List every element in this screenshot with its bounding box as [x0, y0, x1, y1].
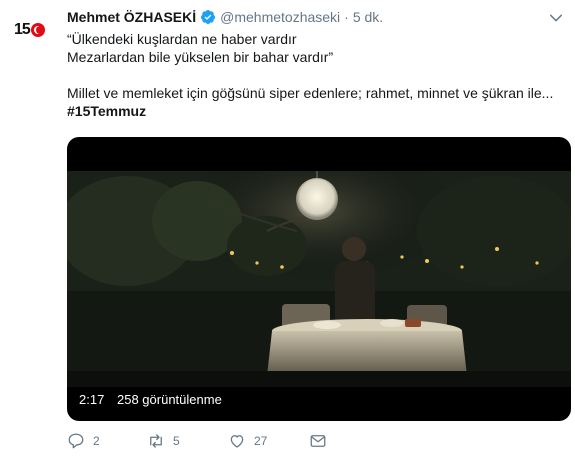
- tweet-timestamp[interactable]: 5 dk.: [353, 9, 383, 25]
- tweet-line: Millet ve memleket için göğsünü siper ed…: [67, 85, 554, 101]
- tweet-line: Mezarlardan bile yükselen bir bahar vard…: [67, 49, 334, 65]
- tweet-line: “Ülkendeki kuşlardan ne haber vardır: [67, 31, 297, 47]
- reply-count: 2: [93, 434, 100, 448]
- like-button[interactable]: 27: [228, 432, 267, 450]
- retweet-count: 5: [173, 434, 180, 448]
- author-name[interactable]: Mehmet ÖZHASEKİ: [67, 9, 196, 25]
- reply-icon: [68, 433, 84, 449]
- chevron-down-icon[interactable]: [549, 11, 563, 25]
- tweet-header: Mehmet ÖZHASEKİ @mehmetozhaseki · 5 dk.: [67, 7, 383, 27]
- author-handle[interactable]: @mehmetozhaseki: [220, 9, 340, 25]
- video-player[interactable]: 2:17 258 görüntülenme: [67, 137, 571, 421]
- avatar-number: 15: [14, 21, 31, 38]
- avatar[interactable]: 15: [14, 18, 52, 42]
- verified-badge-icon: [201, 10, 216, 24]
- turkish-flag-icon: [30, 23, 45, 37]
- retweet-button[interactable]: 5: [147, 432, 180, 450]
- video-duration: 2:17: [73, 389, 111, 411]
- like-count: 27: [254, 434, 268, 448]
- direct-message-button[interactable]: [309, 432, 327, 450]
- separator-dot: ·: [344, 9, 349, 25]
- tweet-text: “Ülkendeki kuşlardan ne haber vardır Mez…: [67, 30, 562, 120]
- tweet-actions: 2 5 27: [67, 432, 347, 452]
- heart-icon: [230, 435, 244, 448]
- reply-button[interactable]: 2: [67, 432, 100, 450]
- envelope-icon: [310, 435, 326, 447]
- view-count: 258 görüntülenme: [111, 389, 228, 411]
- retweet-icon: [150, 434, 162, 448]
- hashtag-link[interactable]: #15Temmuz: [67, 102, 562, 120]
- video-frame: [67, 171, 571, 387]
